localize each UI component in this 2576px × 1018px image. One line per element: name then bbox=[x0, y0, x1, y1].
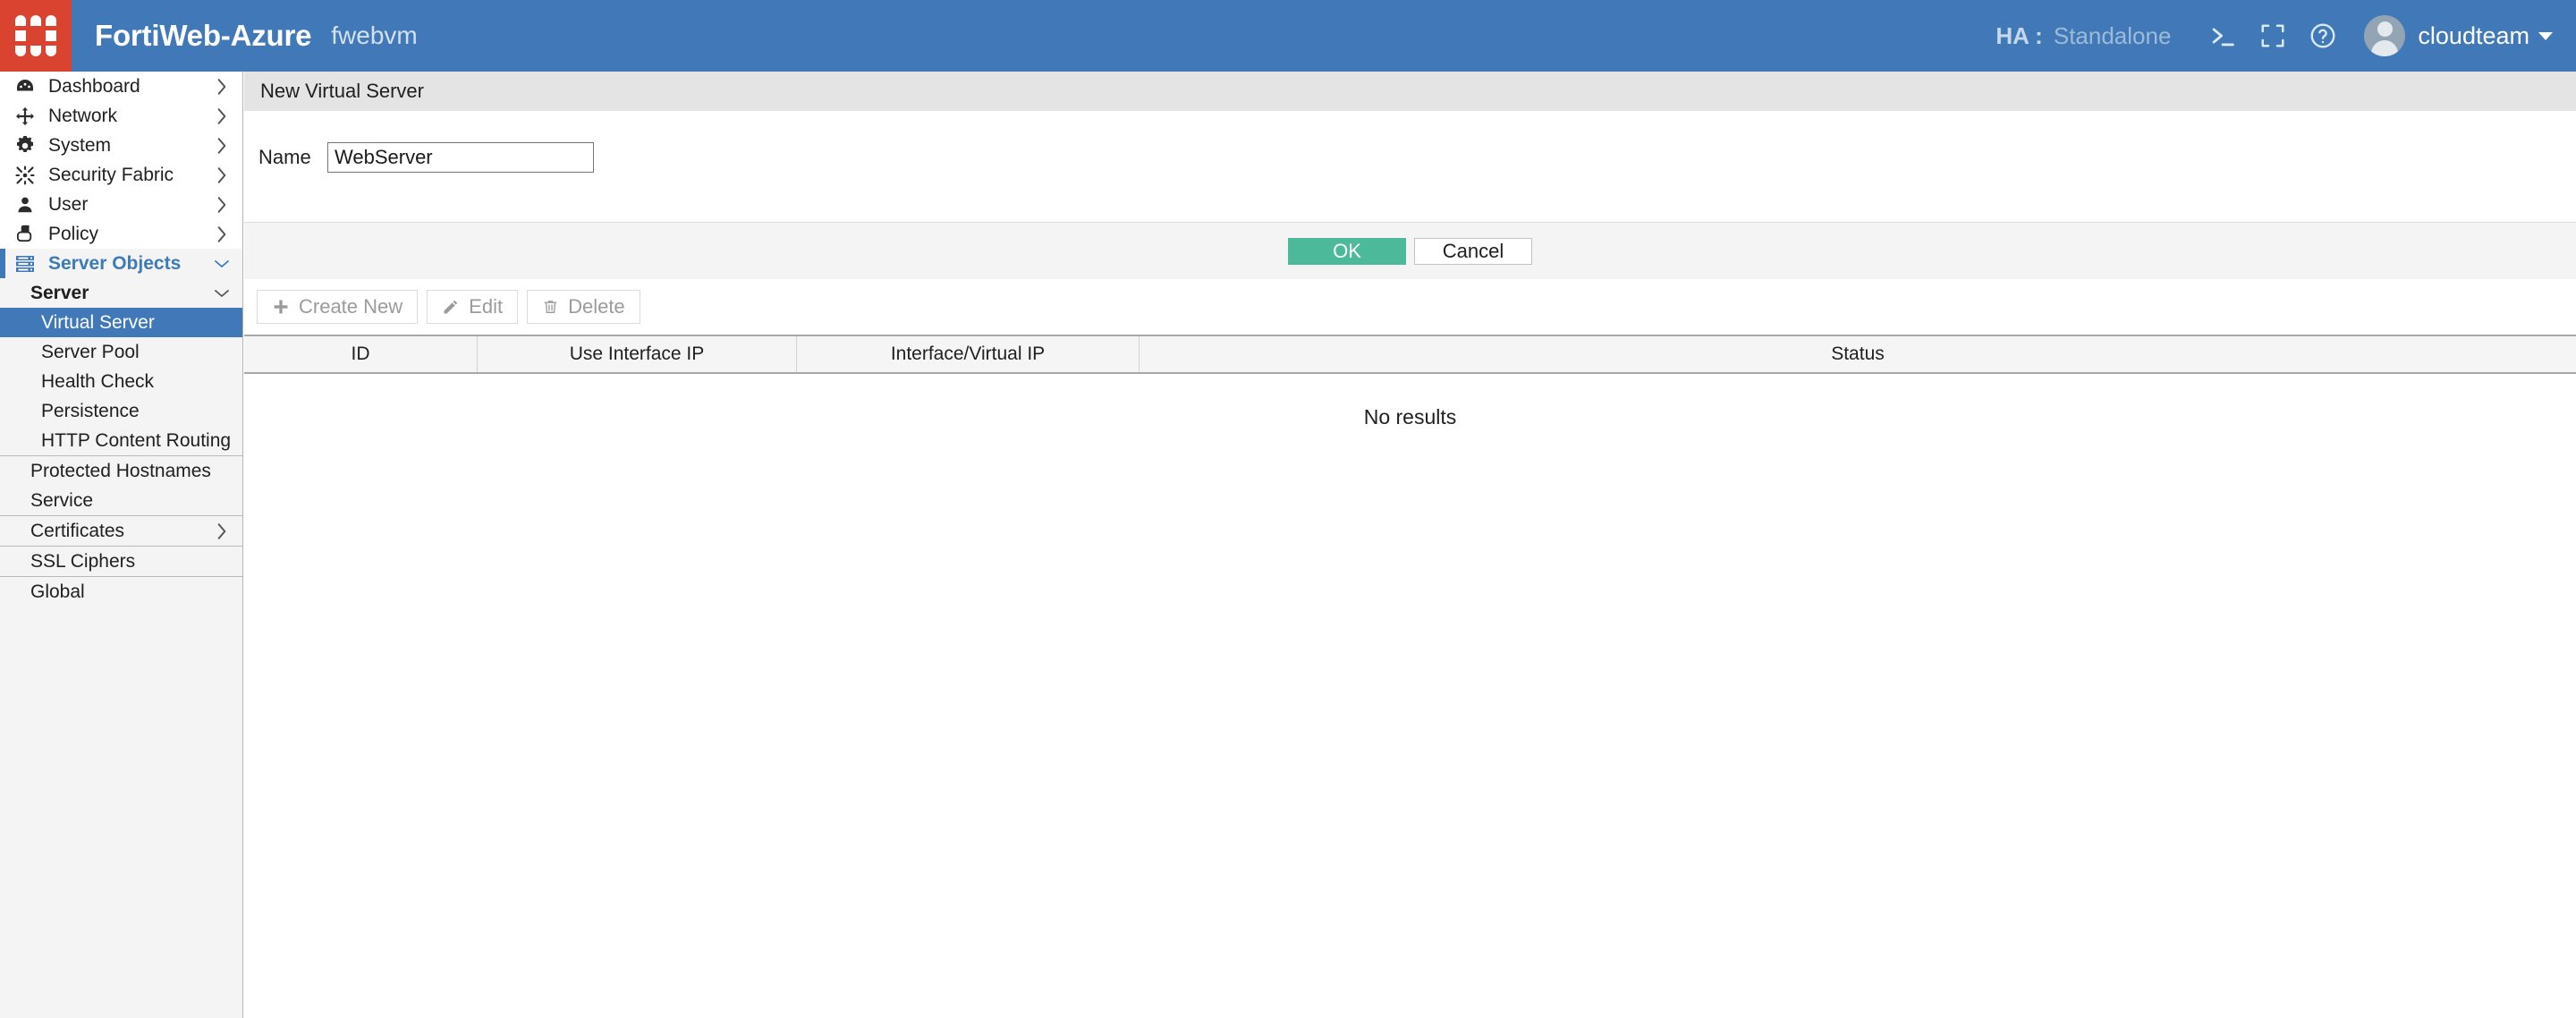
sidebar-item-health-check[interactable]: Health Check bbox=[0, 367, 242, 396]
sidebar-item-network[interactable]: Network bbox=[0, 101, 242, 131]
sidebar-item-security-fabric[interactable]: Security Fabric bbox=[0, 160, 242, 190]
sidebar-item-server[interactable]: Server bbox=[0, 278, 242, 308]
chevron-down-icon[interactable] bbox=[2538, 31, 2553, 40]
column-header-status[interactable]: Status bbox=[1140, 336, 2576, 372]
cancel-button[interactable]: Cancel bbox=[1414, 237, 1532, 265]
sidebar-item-label: Persistence bbox=[41, 400, 140, 421]
sidebar-item-ssl-ciphers[interactable]: SSL Ciphers bbox=[0, 547, 242, 576]
sidebar-item-server-objects[interactable]: Server Objects bbox=[0, 249, 242, 278]
sidebar-item-label: HTTP Content Routing bbox=[41, 429, 230, 451]
help-circle-icon[interactable] bbox=[2298, 11, 2348, 61]
app-header: FortiWeb-Azure fwebvm HA : Standalone cl… bbox=[0, 0, 2576, 72]
sidebar-item-user[interactable]: User bbox=[0, 190, 242, 219]
cli-console-icon[interactable] bbox=[2198, 11, 2248, 61]
sidebar-item-label: Policy bbox=[48, 223, 99, 244]
empty-state-message: No results bbox=[244, 374, 2576, 460]
form-button-bar: OK Cancel bbox=[244, 222, 2576, 279]
sidebar-item-label: Protected Hostnames bbox=[30, 460, 211, 481]
chevron-right-icon bbox=[214, 166, 230, 184]
table-header-row: ID Use Interface IP Interface/Virtual IP… bbox=[244, 335, 2576, 374]
fullscreen-icon[interactable] bbox=[2248, 11, 2298, 61]
brand-title: FortiWeb-Azure bbox=[95, 19, 312, 52]
plus-icon bbox=[272, 298, 290, 316]
ha-status-value: Standalone bbox=[2053, 21, 2172, 49]
page-title: New Virtual Server bbox=[244, 72, 2576, 111]
toolbar-button-label: Edit bbox=[469, 295, 504, 318]
sidebar-item-http-content-routing[interactable]: HTTP Content Routing bbox=[0, 426, 242, 455]
virtual-server-table: ID Use Interface IP Interface/Virtual IP… bbox=[244, 335, 2576, 460]
chevron-right-icon bbox=[214, 107, 230, 125]
new-virtual-server-form: Name bbox=[244, 111, 2576, 222]
sidebar-item-certificates[interactable]: Certificates bbox=[0, 516, 242, 546]
toolbar-button-label: Delete bbox=[568, 295, 625, 318]
user-icon bbox=[13, 195, 38, 215]
delete-button[interactable]: Delete bbox=[527, 290, 640, 324]
sidebar-item-label: Server Pool bbox=[41, 341, 140, 362]
sidebar-item-label: Server bbox=[30, 282, 89, 303]
chevron-right-icon bbox=[214, 78, 230, 96]
sidebar-item-label: System bbox=[48, 134, 112, 156]
dashboard-gauge-icon bbox=[13, 76, 38, 98]
security-fabric-icon bbox=[13, 165, 38, 186]
chevron-right-icon bbox=[214, 196, 230, 214]
sidebar-item-label: Certificates bbox=[30, 520, 125, 541]
edit-button[interactable]: Edit bbox=[427, 290, 519, 324]
sidebar-item-label: Health Check bbox=[41, 370, 155, 392]
policy-document-icon bbox=[13, 224, 38, 244]
chevron-down-icon bbox=[214, 287, 230, 300]
sidebar-item-label: User bbox=[48, 193, 89, 215]
create-new-button[interactable]: Create New bbox=[257, 290, 419, 324]
sidebar-item-label: Security Fabric bbox=[48, 164, 174, 185]
ha-label: HA : bbox=[1996, 21, 2043, 49]
ok-button[interactable]: OK bbox=[1288, 237, 1406, 265]
chevron-right-icon bbox=[214, 225, 230, 243]
chevron-right-icon bbox=[214, 522, 230, 540]
column-header-use-interface-ip[interactable]: Use Interface IP bbox=[478, 336, 797, 372]
chevron-right-icon bbox=[214, 137, 230, 155]
sidebar-item-label: SSL Ciphers bbox=[30, 550, 136, 572]
pencil-icon bbox=[442, 298, 460, 316]
name-label: Name bbox=[258, 146, 311, 168]
sidebar-item-protected-hostnames[interactable]: Protected Hostnames bbox=[0, 456, 242, 486]
sidebar-item-label: Server Objects bbox=[48, 252, 182, 274]
sidebar-item-label: Service bbox=[30, 489, 94, 511]
name-input[interactable] bbox=[327, 142, 594, 173]
sidebar-item-label: Virtual Server bbox=[41, 311, 155, 333]
avatar[interactable] bbox=[2364, 15, 2406, 56]
sidebar-nav[interactable]: Dashboard Network System Security Fabric… bbox=[0, 72, 243, 1018]
sidebar-item-server-pool[interactable]: Server Pool bbox=[0, 337, 242, 367]
name-field-row: Name bbox=[258, 142, 594, 173]
sidebar-item-virtual-server[interactable]: Virtual Server bbox=[0, 308, 242, 337]
trash-icon bbox=[542, 298, 559, 316]
sidebar-item-policy[interactable]: Policy bbox=[0, 219, 242, 249]
sidebar-item-global[interactable]: Global bbox=[0, 577, 242, 607]
fortinet-grid-logo bbox=[15, 15, 56, 56]
sidebar-item-dashboard[interactable]: Dashboard bbox=[0, 72, 242, 101]
sidebar-item-label: Network bbox=[48, 105, 118, 126]
server-rack-icon bbox=[13, 254, 38, 274]
chevron-down-icon bbox=[214, 258, 230, 270]
column-header-id[interactable]: ID bbox=[244, 336, 478, 372]
sidebar-item-persistence[interactable]: Persistence bbox=[0, 396, 242, 426]
header-actions: HA : Standalone cloudteam bbox=[1996, 0, 2576, 72]
username-label[interactable]: cloudteam bbox=[2418, 22, 2529, 50]
column-header-interface-virtual-ip[interactable]: Interface/Virtual IP bbox=[797, 336, 1140, 372]
toolbar-button-label: Create New bbox=[299, 295, 403, 318]
sidebar-item-label: Dashboard bbox=[48, 75, 140, 97]
gear-icon bbox=[13, 135, 38, 157]
table-toolbar: Create New Edit Delete bbox=[244, 279, 2576, 335]
sidebar-item-label: Global bbox=[30, 581, 85, 602]
main-content: New Virtual Server Name OK Cancel Create… bbox=[244, 72, 2576, 1018]
app-logo[interactable] bbox=[0, 0, 72, 72]
sidebar-item-service[interactable]: Service bbox=[0, 486, 242, 515]
sidebar-item-system[interactable]: System bbox=[0, 131, 242, 160]
move-arrows-icon bbox=[13, 106, 38, 127]
hostname-label: fwebvm bbox=[331, 21, 418, 49]
